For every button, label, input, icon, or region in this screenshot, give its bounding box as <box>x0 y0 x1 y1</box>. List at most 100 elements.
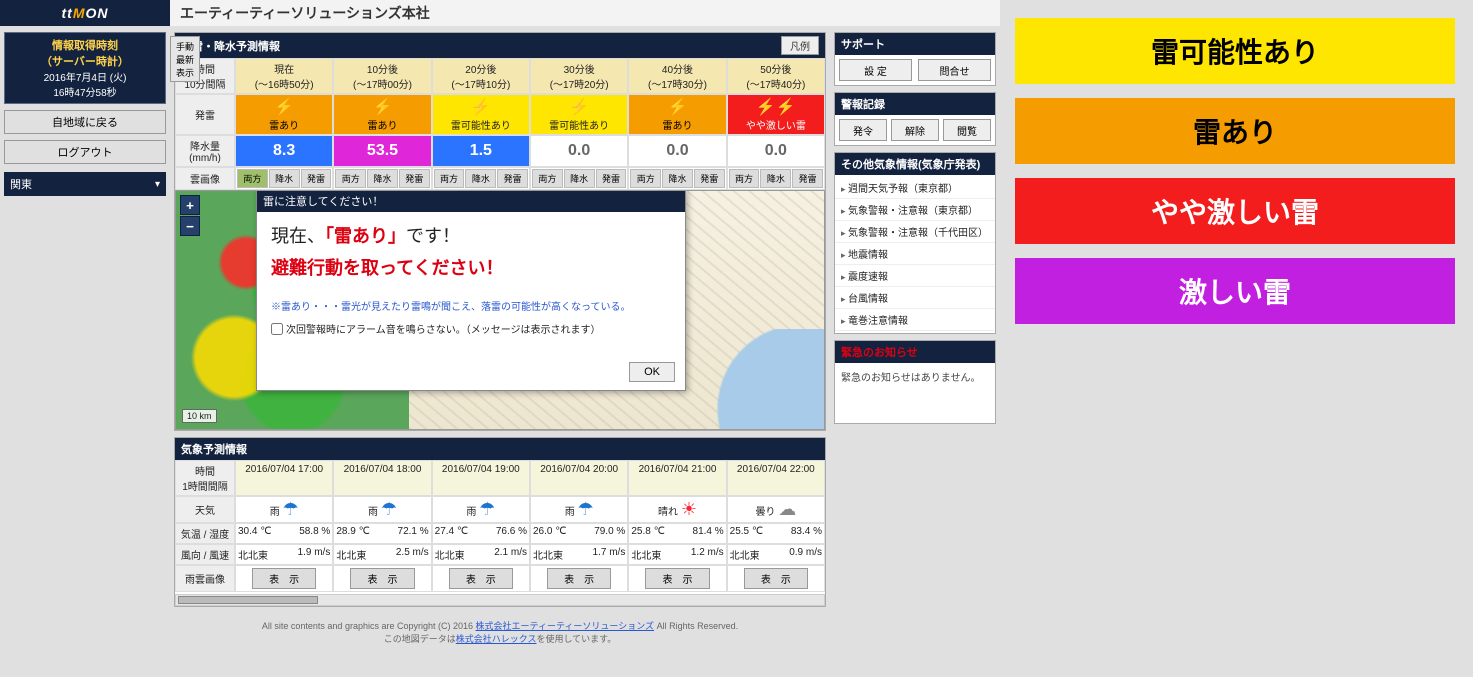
contact-button[interactable]: 問合せ <box>918 59 991 81</box>
map[interactable]: + − 10 km 雷に注意してください！ 現在、「雷あり」です！ 避難行 <box>175 190 825 430</box>
fc-col-title: 30分後 <box>532 61 626 76</box>
display-button[interactable]: 表 示 <box>350 568 415 589</box>
row-thunder-header: 発雷 <box>175 94 235 135</box>
w-row-weather-header: 天気 <box>175 496 235 523</box>
cloud-btn-thunder[interactable]: 発雷 <box>792 169 823 188</box>
display-button[interactable]: 表 示 <box>547 568 612 589</box>
cloud-btn-rain[interactable]: 降水 <box>760 169 791 188</box>
manual-refresh-button[interactable]: 手動 最新表示 <box>170 36 200 82</box>
cloud-btn-rain[interactable]: 降水 <box>269 169 300 188</box>
w-time-cell: 2016/07/04 19:00 <box>432 460 530 496</box>
other-link[interactable]: 竜巻注意情報 <box>835 309 995 331</box>
alert-view-button[interactable]: 閲覧 <box>943 119 991 141</box>
cloud-btn-both[interactable]: 両方 <box>532 169 563 188</box>
footer-map-link[interactable]: 株式会社ハレックス <box>456 634 537 644</box>
other-link[interactable]: 震度速報 <box>835 265 995 287</box>
map-zoom-in-button[interactable]: + <box>180 195 200 215</box>
umbrella-icon: ☂ <box>381 499 397 519</box>
back-region-button[interactable]: 自地域に戻る <box>4 110 166 134</box>
other-link[interactable]: 週間天気予報（東京都） <box>835 177 995 199</box>
settings-button[interactable]: 設 定 <box>839 59 912 81</box>
legend-button[interactable]: 凡例 <box>781 36 819 55</box>
bolt-icon: ⚡ <box>433 97 529 117</box>
dialog-note: ※雷あり・・・雷光が見えたり雷鳴が聞こえ、落雷の可能性が高くなっている。 <box>271 298 671 313</box>
cloud-btn-both[interactable]: 両方 <box>630 169 661 188</box>
mute-checkbox-input[interactable] <box>271 323 283 335</box>
rain-cell: 0.0 <box>628 135 726 167</box>
w-time-cell: 2016/07/04 21:00 <box>628 460 726 496</box>
bolt-icon: ⚡ <box>236 97 332 117</box>
cloud-btn-both[interactable]: 両方 <box>237 169 268 188</box>
cloud-btn-rain[interactable]: 降水 <box>367 169 398 188</box>
fc-col-sub: (～17時10分) <box>434 76 528 91</box>
region-dropdown[interactable]: 関東 ▾ <box>4 172 166 196</box>
region-dropdown-label: 関東 <box>10 176 32 192</box>
thunder-label: 雷あり <box>236 117 332 132</box>
umbrella-icon: ☂ <box>282 499 298 519</box>
cloud-btn-both[interactable]: 両方 <box>335 169 366 188</box>
dialog-mute-checkbox[interactable]: 次回警報時にアラーム音を鳴らさない。（メッセージは表示されます） <box>271 321 671 336</box>
fc-col-sub: (～17時30分) <box>630 76 724 91</box>
display-button[interactable]: 表 示 <box>252 568 317 589</box>
w-wind-cell: 北北東2.1 m/s <box>432 544 530 565</box>
cloud-btn-both[interactable]: 両方 <box>434 169 465 188</box>
urgent-title: 緊急のお知らせ <box>835 341 995 363</box>
fc-col-title: 50分後 <box>729 61 823 76</box>
cloud-btn-thunder[interactable]: 発雷 <box>301 169 332 188</box>
fc-col-sub: (～17時40分) <box>729 76 823 91</box>
footer-company-link[interactable]: 株式会社エーティーティーソリューションズ <box>476 621 655 631</box>
w-image-cell: 表 示 <box>727 565 825 592</box>
fc-col-sub: (～17時00分) <box>335 76 429 91</box>
server-time-label2: （サーバー時計） <box>7 53 163 69</box>
w-temp-cell: 26.0 ℃79.0 % <box>530 523 628 544</box>
thunder-cell: ⚡⚡やや激しい雷 <box>727 94 825 135</box>
w-row-wind-header: 風向 / 風速 <box>175 544 235 565</box>
w-time-cell: 2016/07/04 20:00 <box>530 460 628 496</box>
other-weather-card: その他気象情報(気象庁発表) 週間天気予報（東京都） 気象警報・注意報（東京都）… <box>834 152 996 334</box>
w-weather-label: 曇り <box>755 507 775 518</box>
thunder-cell: ⚡雷可能性あり <box>530 94 628 135</box>
other-link[interactable]: 気象警報・注意報（東京都） <box>835 199 995 221</box>
main-content: 発雷・降水予測情報 凡例 時間 10分間隔 現在(～16時50分) 10分後(～… <box>170 26 830 657</box>
weather-grid: 時間 1時間間隔 2016/07/04 17:00 2016/07/04 18:… <box>175 460 825 592</box>
display-button[interactable]: 表 示 <box>645 568 710 589</box>
support-title: サポート <box>841 36 885 52</box>
cloud-btn-rain[interactable]: 降水 <box>662 169 693 188</box>
topbar: ttMON エーティーティーソリューションズ本社 <box>0 0 1000 26</box>
cloud-btn-thunder[interactable]: 発雷 <box>694 169 725 188</box>
alerts-title: 警報記録 <box>841 96 885 112</box>
dialog-line2: 避難行動を取ってください！ <box>271 254 671 280</box>
cloud-btn-thunder[interactable]: 発雷 <box>399 169 430 188</box>
w-image-cell: 表 示 <box>432 565 530 592</box>
bolt-icon: ⚡ <box>531 97 627 117</box>
alert-clear-button[interactable]: 解除 <box>891 119 939 141</box>
fc-col-title: 40分後 <box>630 61 724 76</box>
display-button[interactable]: 表 示 <box>744 568 809 589</box>
cloud-btn-group: 両方降水発雷 <box>432 167 530 190</box>
server-time-time: 16時47分58秒 <box>7 84 163 99</box>
map-zoom-out-button[interactable]: − <box>180 216 200 236</box>
thunder-cell: ⚡雷あり <box>235 94 333 135</box>
display-button[interactable]: 表 示 <box>449 568 514 589</box>
cloud-btn-thunder[interactable]: 発雷 <box>497 169 528 188</box>
cloud-btn-rain[interactable]: 降水 <box>564 169 595 188</box>
thunder-cell: ⚡雷可能性あり <box>432 94 530 135</box>
logout-button[interactable]: ログアウト <box>4 140 166 164</box>
cloud-btn-thunder[interactable]: 発雷 <box>596 169 627 188</box>
cloud-btn-rain[interactable]: 降水 <box>465 169 496 188</box>
dialog-line1: 現在、「雷あり」です！ <box>271 222 671 248</box>
thunder-label: 雷可能性あり <box>433 117 529 132</box>
thunder-label: 雷可能性あり <box>531 117 627 132</box>
other-link[interactable]: 気象警報・注意報（千代田区） <box>835 221 995 243</box>
w-wind-cell: 北北東1.9 m/s <box>235 544 333 565</box>
dialog-ok-button[interactable]: OK <box>629 362 675 382</box>
scroll-thumb[interactable] <box>178 596 318 604</box>
other-link[interactable]: 台風情報 <box>835 287 995 309</box>
other-link[interactable]: 地震情報 <box>835 243 995 265</box>
cloud-btn-both[interactable]: 両方 <box>729 169 760 188</box>
rain-cell: 0.0 <box>727 135 825 167</box>
row-cloud-header: 雲画像 <box>175 167 235 190</box>
alert-issue-button[interactable]: 発令 <box>839 119 887 141</box>
weather-hscroll[interactable] <box>175 594 825 606</box>
brand-logo: ttMON <box>0 5 170 21</box>
